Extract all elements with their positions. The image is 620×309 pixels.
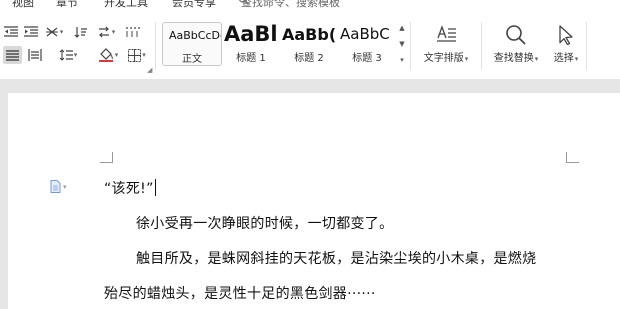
style-gallery-scroll[interactable]: ▲ ▼ ▾	[398, 24, 406, 64]
line-spacing-icon	[59, 49, 73, 61]
menu-chapter[interactable]: 章节	[56, 0, 78, 10]
distributed-align-icon	[27, 49, 42, 61]
ribbon-divider	[586, 22, 587, 70]
document-icon	[50, 180, 61, 193]
borders-icon	[128, 48, 142, 62]
justify-button[interactable]	[3, 46, 22, 64]
swap-button[interactable]: ▾	[94, 24, 118, 40]
paragraph-dialog-launcher-icon[interactable]: ◢	[147, 66, 152, 74]
text-layout-button[interactable]: 文字排版▾	[416, 24, 476, 66]
style-heading-1-sample: AaBl	[224, 22, 278, 46]
increase-indent-button[interactable]	[22, 24, 40, 40]
chinese-layout-icon	[45, 27, 58, 37]
command-search[interactable]: 查找命令、搜索模板	[238, 0, 340, 9]
magnifier-icon	[506, 25, 526, 45]
chinese-layout-button[interactable]: ▾	[42, 24, 66, 40]
find-replace-label: 查找替换	[493, 53, 534, 64]
style-gallery: AaBbCcDc 正文 AaBl 标题 1 AaBb( 标题 2 AaBbC 标…	[158, 22, 408, 66]
menu-view[interactable]: 视图	[12, 0, 34, 10]
chevron-down-icon: ▾	[63, 182, 67, 191]
ribbon-divider	[410, 22, 411, 70]
menu-member[interactable]: 会员专享	[172, 0, 216, 10]
document-line: 徐小受再一次睁眼的时候，一切都变了。	[136, 216, 394, 232]
menu-developer-tools[interactable]: 开发工具	[104, 0, 148, 10]
document-page[interactable]: ▾ “该死!” 徐小受再一次睁眼的时候，一切都变了。 触目所及，是蛛网斜挂的天花…	[8, 93, 620, 309]
ribbon: 视图 章节 开发工具 会员专享 查找命令、搜索模板 ▾ ▾ ▾ ▾ ▾ ◢ Aa…	[0, 0, 620, 79]
style-normal-sample: AaBbCcDc	[169, 29, 222, 42]
shading-button[interactable]: ▾	[94, 46, 122, 64]
ribbon-divider	[481, 22, 482, 70]
select-button[interactable]: 选择▾	[546, 24, 586, 66]
text-layout-icon	[437, 25, 456, 42]
sort-button[interactable]	[70, 24, 92, 40]
style-heading-1[interactable]: AaBl 标题 1	[222, 22, 280, 66]
text-layout-label: 文字排版	[423, 53, 464, 64]
select-label: 选择	[553, 53, 574, 64]
style-heading-2[interactable]: AaBb( 标题 2	[280, 22, 338, 66]
style-heading-2-sample: AaBb(	[282, 25, 337, 44]
distributed-align-button[interactable]	[25, 46, 44, 64]
document-line: “该死!”	[104, 178, 156, 198]
paint-bucket-icon	[98, 48, 113, 62]
increase-indent-icon	[24, 26, 38, 37]
margin-corner-top-right	[566, 152, 579, 163]
style-heading-1-label: 标题 1	[236, 53, 266, 64]
cursor-arrow-icon	[559, 25, 573, 45]
style-heading-3[interactable]: AaBbC 标题 3	[338, 22, 396, 66]
justify-icon	[6, 49, 19, 61]
command-search-placeholder: 查找命令、搜索模板	[241, 0, 340, 9]
style-heading-3-label: 标题 3	[352, 53, 382, 64]
scroll-up-icon[interactable]: ▲	[399, 24, 404, 32]
decrease-indent-icon	[4, 26, 18, 37]
ribbon-divider	[155, 22, 156, 70]
gallery-expand-icon[interactable]: ▾	[400, 56, 404, 64]
sort-icon	[74, 27, 87, 38]
paragraph-handle[interactable]: ▾	[50, 180, 67, 193]
document-line: 触目所及，是蛛网斜挂的天花板，是沾染尘埃的小木桌，是燃烧	[136, 251, 537, 267]
find-replace-button[interactable]: 查找替换▾	[486, 24, 546, 66]
document-line: 殆尽的蜡烛头，是灵性十足的黑色剑器······	[104, 286, 376, 302]
document-line-text: “该死!”	[104, 181, 154, 197]
style-normal-label: 正文	[182, 54, 202, 65]
menu-bar: 视图 章节 开发工具 会员专享 查找命令、搜索模板	[0, 0, 620, 10]
borders-button[interactable]: ▾	[124, 46, 150, 64]
scroll-down-icon[interactable]: ▼	[399, 40, 404, 48]
style-heading-3-sample: AaBbC	[340, 25, 390, 43]
text-cursor	[154, 179, 156, 196]
swap-icon	[98, 26, 109, 38]
style-normal[interactable]: AaBbCcDc 正文	[162, 22, 222, 66]
tab-marks-icon	[126, 27, 140, 37]
show-hide-marks-button[interactable]	[122, 24, 144, 40]
style-heading-2-label: 标题 2	[294, 53, 324, 64]
line-spacing-button[interactable]: ▾	[54, 46, 82, 64]
decrease-indent-button[interactable]	[2, 24, 20, 40]
margin-corner-top-left	[100, 152, 113, 163]
